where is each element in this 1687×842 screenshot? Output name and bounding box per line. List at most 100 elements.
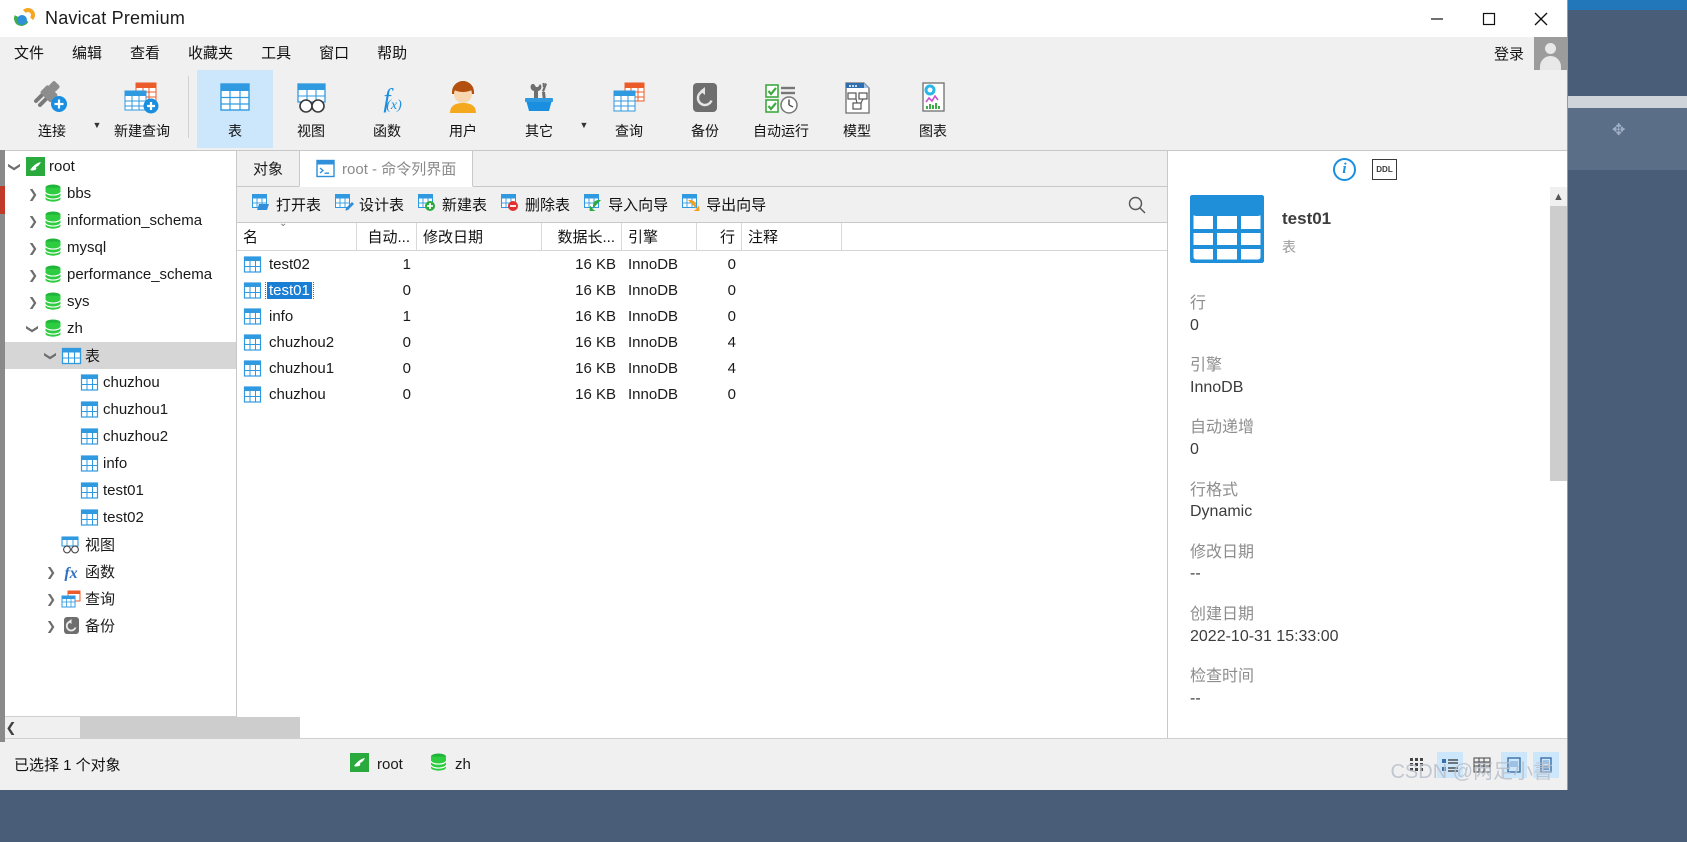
scroll-up-icon[interactable]: ▲	[1550, 187, 1567, 206]
design-table-button[interactable]: 设计表	[328, 191, 411, 218]
info-panel-scrollbar[interactable]: ▲	[1550, 187, 1567, 738]
table-row[interactable]: chuzhou1 0 16 KB InnoDB 4	[237, 355, 1167, 381]
small-icon-view-button[interactable]	[1533, 751, 1559, 778]
tree-node-test01[interactable]: test01	[0, 477, 236, 504]
close-button[interactable]	[1515, 0, 1567, 37]
grid-column-header[interactable]: 修改日期	[417, 223, 542, 250]
expand-arrow-right-icon[interactable]: ❯	[24, 187, 42, 201]
tree-node-performance_schema[interactable]: ❯ performance_schema	[0, 261, 236, 288]
search-icon[interactable]	[1127, 195, 1147, 219]
grid-column-header[interactable]: 行	[697, 223, 742, 250]
expand-arrow-right-icon[interactable]: ❯	[24, 295, 42, 309]
tree-node-label: chuzhou1	[103, 401, 169, 418]
expand-arrow-right-icon[interactable]: ❯	[24, 214, 42, 228]
expand-arrow-down-icon[interactable]: ❯	[44, 347, 58, 365]
grid-column-header[interactable]: 注释	[742, 223, 842, 250]
big-icon-view-button[interactable]	[1501, 751, 1527, 778]
menu-tools[interactable]: 工具	[247, 37, 305, 70]
model-icon	[836, 76, 878, 120]
tree-node-chuzhou1[interactable]: chuzhou1	[0, 396, 236, 423]
toolbar-button-automation[interactable]: 自动运行	[743, 70, 819, 148]
scroll-thumb-vertical[interactable]	[1550, 206, 1567, 481]
grid-header-row: 名 ⌄ 自动... 修改日期 数据长... 引擎行注释	[237, 218, 1167, 251]
expand-arrow-down-icon[interactable]: ❯	[26, 320, 40, 338]
toolbar-button-query[interactable]: 查询	[591, 70, 667, 148]
table-row[interactable]: test01 0 16 KB InnoDB 0	[237, 277, 1167, 303]
minimize-button[interactable]	[1411, 0, 1463, 37]
delete-table-button[interactable]: 删除表	[494, 191, 577, 218]
tab-command-line[interactable]: root - 命令列界面	[299, 151, 474, 187]
toolbar-button-others[interactable]: 其它	[501, 70, 577, 148]
object-tree[interactable]: ❯ root ❯ bbs ❯ information_schema ❯ mysql ❯ perfo…	[0, 151, 236, 716]
grid-column-header[interactable]: 数据长...	[542, 223, 622, 250]
open-table-button[interactable]: 打开表	[245, 191, 328, 218]
expand-arrow-down-icon[interactable]: ❯	[8, 158, 22, 176]
sidebar-horizontal-scrollbar[interactable]: ❮ ❯	[0, 716, 300, 739]
grid-body[interactable]: test02 1 16 KB InnoDB 0 test01 0 16 KB InnoDB 0 in…	[237, 251, 1167, 738]
expand-arrow-right-icon[interactable]: ❯	[42, 619, 60, 633]
tree-node-[interactable]: ❯ 表	[0, 342, 236, 369]
tree-node-chuzhou2[interactable]: chuzhou2	[0, 423, 236, 450]
list-view-button[interactable]	[1437, 751, 1463, 778]
ddl-icon[interactable]: DDL	[1372, 158, 1397, 180]
toolbar-button-model[interactable]: 模型	[819, 70, 895, 148]
table-row[interactable]: chuzhou 0 16 KB InnoDB 0	[237, 381, 1167, 407]
connection-dropdown-arrow-icon[interactable]: ▼	[90, 120, 104, 130]
toolbar-button-function[interactable]: f (x) 函数	[349, 70, 425, 148]
menu-view[interactable]: 查看	[116, 37, 174, 70]
grid-column-header[interactable]: 名 ⌄	[237, 218, 357, 250]
tree-node-chuzhou[interactable]: chuzhou	[0, 369, 236, 396]
table-row[interactable]: test02 1 16 KB InnoDB 0	[237, 251, 1167, 277]
table-row[interactable]: chuzhou2 0 16 KB InnoDB 4	[237, 329, 1167, 355]
new-table-button[interactable]: 新建表	[411, 191, 494, 218]
others-dropdown-arrow-icon[interactable]: ▼	[577, 120, 591, 130]
tree-node-[interactable]: ❯ 备份	[0, 612, 236, 639]
toolbar-button-new-query[interactable]: 新建查询	[104, 70, 180, 148]
grid-view-button[interactable]	[1405, 752, 1431, 778]
menu-favorites[interactable]: 收藏夹	[174, 37, 247, 70]
table-row-name: test01	[237, 281, 357, 299]
toolbar-button-user[interactable]: 用户	[425, 70, 501, 148]
expand-arrow-right-icon[interactable]: ❯	[24, 241, 42, 255]
tree-node-information_schema[interactable]: ❯ information_schema	[0, 207, 236, 234]
import-wizard-button[interactable]: 导入向导	[577, 191, 675, 218]
window-left-edge	[0, 150, 5, 742]
tree-node-root[interactable]: ❯ root	[0, 153, 236, 180]
export-wizard-button[interactable]: 导出向导	[675, 191, 773, 218]
login-link[interactable]: 登录	[1494, 43, 1534, 64]
tree-node-sys[interactable]: ❯ sys	[0, 288, 236, 315]
toolbar-separator	[188, 76, 189, 138]
table-row[interactable]: info 1 16 KB InnoDB 0	[237, 303, 1167, 329]
toolbar-button-backup[interactable]: 备份	[667, 70, 743, 148]
detail-view-button[interactable]	[1469, 752, 1495, 778]
expand-arrow-right-icon[interactable]: ❯	[42, 565, 60, 579]
info-icon[interactable]: i	[1333, 157, 1356, 181]
toolbar-button-connection[interactable]: 连接	[14, 70, 90, 148]
scroll-thumb[interactable]	[80, 716, 300, 739]
tab-object[interactable]: 对象	[237, 151, 299, 186]
avatar[interactable]	[1534, 37, 1567, 70]
scroll-track[interactable]	[22, 716, 300, 739]
grid-column-header[interactable]: 引擎	[622, 223, 697, 250]
toolbar-label-user: 用户	[449, 123, 477, 139]
tree-node-[interactable]: 视图	[0, 531, 236, 558]
maximize-button[interactable]	[1463, 0, 1515, 37]
tree-node-[interactable]: ❯ 查询	[0, 585, 236, 612]
toolbar-button-table[interactable]: 表	[197, 70, 273, 148]
grid-column-header[interactable]: 自动...	[357, 223, 417, 250]
tree-node-mysql[interactable]: ❯ mysql	[0, 234, 236, 261]
menu-edit[interactable]: 编辑	[58, 37, 116, 70]
expand-arrow-right-icon[interactable]: ❯	[42, 592, 60, 606]
tree-node-bbs[interactable]: ❯ bbs	[0, 180, 236, 207]
tree-node-info[interactable]: info	[0, 450, 236, 477]
toolbar-button-chart[interactable]: 图表	[895, 70, 971, 148]
tree-node-test02[interactable]: test02	[0, 504, 236, 531]
expand-arrow-right-icon[interactable]: ❯	[24, 268, 42, 282]
tree-node-[interactable]: ❯ fx 函数	[0, 558, 236, 585]
toolbar-button-view[interactable]: 视图	[273, 70, 349, 148]
design-table-icon	[335, 194, 355, 215]
menu-file[interactable]: 文件	[0, 37, 58, 70]
menu-window[interactable]: 窗口	[305, 37, 363, 70]
menu-help[interactable]: 帮助	[363, 37, 421, 70]
tree-node-zh[interactable]: ❯ zh	[0, 315, 236, 342]
